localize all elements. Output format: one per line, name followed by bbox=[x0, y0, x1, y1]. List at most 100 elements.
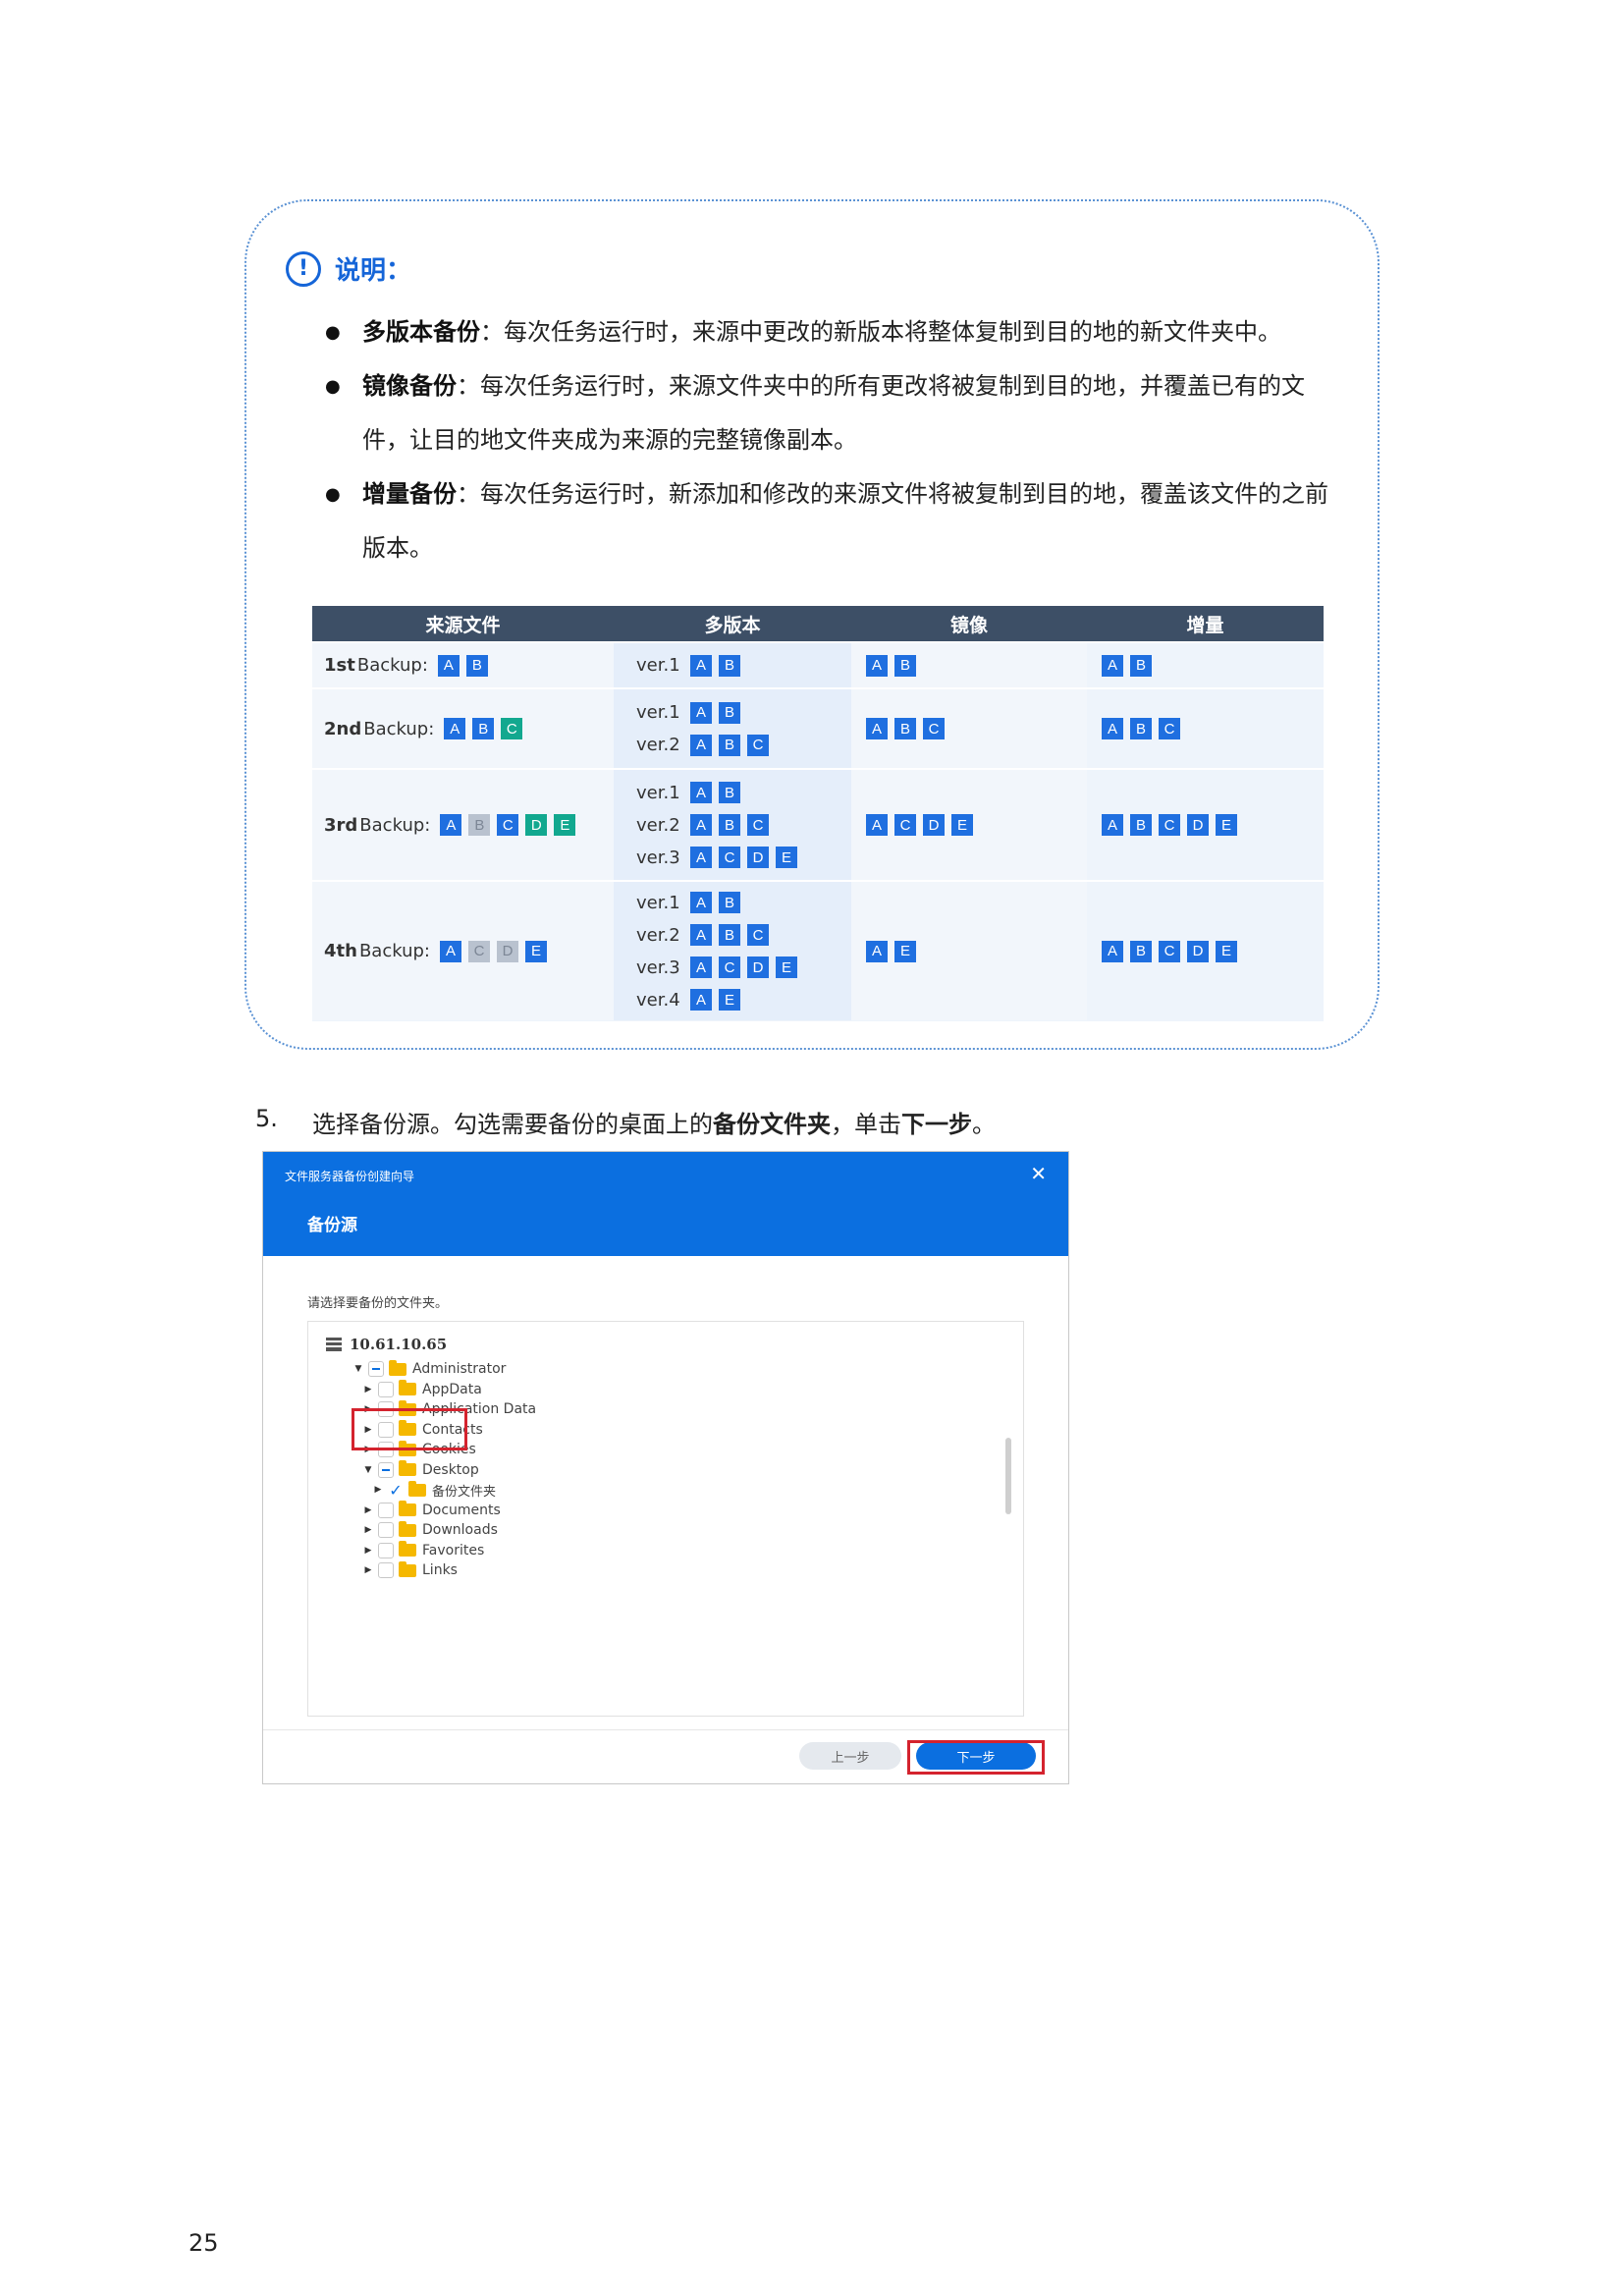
note-text: 每次任务运行时，来源中更改的新版本将整体复制到目的地的新文件夹中。 bbox=[504, 318, 1281, 346]
version-line: ver.3 A C D E bbox=[636, 954, 797, 982]
scrollbar[interactable] bbox=[1005, 1438, 1011, 1514]
file-chip-a: A bbox=[690, 892, 712, 913]
file-chip-a: A bbox=[690, 924, 712, 946]
version-label: ver.1 bbox=[636, 655, 680, 676]
tree-node-8[interactable]: ▶ Documents bbox=[362, 1501, 501, 1520]
expand-down-icon[interactable]: ▼ bbox=[362, 1465, 374, 1475]
file-chip-e: E bbox=[776, 957, 797, 978]
tree-node-6[interactable]: ▼ Desktop bbox=[362, 1460, 479, 1480]
server-node[interactable]: 10.61.10.65 bbox=[326, 1336, 447, 1353]
source-cell: 3rd Backup: A B C D E bbox=[312, 770, 614, 880]
checkbox[interactable]: ✓ bbox=[388, 1481, 404, 1500]
version-line: ver.2 A B C bbox=[636, 921, 769, 950]
note-item: 镜像备份：每次任务运行时，来源文件夹中的所有更改将被复制到目的地，并覆盖已有的文… bbox=[325, 359, 1346, 467]
folder-label: Documents bbox=[422, 1502, 501, 1518]
backup-label: 4th Backup: bbox=[324, 941, 430, 961]
chip-group: ACDE bbox=[690, 847, 797, 868]
file-chip-a: A bbox=[1102, 814, 1123, 836]
file-chip-b: B bbox=[719, 734, 740, 756]
chip-group: AE bbox=[866, 940, 916, 962]
folder-icon bbox=[399, 1380, 416, 1395]
folder-icon bbox=[399, 1460, 416, 1476]
file-chip-b: B bbox=[1130, 718, 1152, 739]
step-text-part: 。 bbox=[972, 1111, 996, 1138]
folder-label: AppData bbox=[422, 1381, 482, 1397]
checkbox[interactable] bbox=[378, 1562, 394, 1578]
file-chip-b: B bbox=[719, 814, 740, 836]
file-chip-e: E bbox=[776, 847, 797, 868]
version-line: ver.1 A B bbox=[636, 651, 740, 680]
note-term: 增量备份 bbox=[362, 480, 457, 508]
file-chip-b: B bbox=[719, 924, 740, 946]
chip-group: AB bbox=[437, 654, 488, 677]
checkbox[interactable] bbox=[378, 1542, 394, 1558]
folder-icon bbox=[399, 1560, 416, 1577]
close-icon[interactable]: ✕ bbox=[1030, 1162, 1047, 1185]
dialog-heading: 备份源 bbox=[307, 1216, 357, 1235]
folder-icon bbox=[408, 1480, 426, 1497]
checkbox[interactable] bbox=[378, 1502, 394, 1518]
file-chip-c: C bbox=[747, 734, 769, 756]
folder-label: 备份文件夹 bbox=[432, 1484, 497, 1500]
note-term: 镜像备份 bbox=[362, 372, 457, 400]
version-line: ver.1 A B bbox=[636, 889, 740, 917]
version-line: ver.1 A B bbox=[636, 779, 740, 807]
note-title: 说明： bbox=[335, 256, 412, 286]
file-chip-a: A bbox=[866, 940, 888, 962]
version-line: ver.2 A B C bbox=[636, 811, 769, 840]
table-row: 2nd Backup: A B Cver.1 A Bver.2 A B C A B C A B C bbox=[312, 687, 1324, 768]
backup-ordinal: 3rd bbox=[324, 814, 358, 836]
chip-group: ABCDE bbox=[440, 814, 576, 836]
page-number: 25 bbox=[189, 2229, 219, 2257]
backup-word: Backup: bbox=[363, 718, 435, 739]
file-chip-e: E bbox=[1216, 814, 1237, 836]
window-title: 文件服务器备份创建向导 bbox=[285, 1170, 415, 1183]
expand-right-icon[interactable]: ▶ bbox=[362, 1546, 374, 1556]
expand-right-icon[interactable]: ▶ bbox=[362, 1505, 374, 1515]
checkbox[interactable] bbox=[368, 1361, 384, 1377]
tree-node-1[interactable]: ▼ Administrator bbox=[352, 1359, 506, 1379]
expand-down-icon[interactable]: ▼ bbox=[352, 1364, 364, 1374]
table-body: 1st Backup: A Bver.1 A B A B A B 2nd Backup: A B Cver.… bbox=[312, 641, 1324, 1020]
checkbox[interactable] bbox=[378, 1381, 394, 1397]
note-item: 增量备份：每次任务运行时，新添加和修改的来源文件将被复制到目的地，覆盖该文件的之… bbox=[325, 467, 1346, 575]
info-circle-icon: ! bbox=[286, 250, 321, 287]
note-header: ! 说明： bbox=[286, 250, 411, 287]
multi-version-cell: ver.1 A Bver.2 A B Cver.3 A C D E bbox=[614, 770, 851, 880]
checkbox[interactable] bbox=[378, 1461, 394, 1478]
version-label: ver.3 bbox=[636, 957, 680, 978]
file-chip-a: A bbox=[866, 718, 888, 739]
prev-button[interactable]: 上一步 bbox=[799, 1742, 901, 1770]
file-chip-d: D bbox=[923, 814, 945, 836]
file-chip-c: C bbox=[923, 718, 945, 739]
tree-node-2[interactable]: ▶ AppData bbox=[362, 1380, 482, 1399]
backup-ordinal: 4th bbox=[324, 941, 357, 961]
table-row: 1st Backup: A Bver.1 A B A B A B bbox=[312, 641, 1324, 687]
chip-group: ACDE bbox=[690, 957, 797, 978]
expand-right-icon[interactable]: ▶ bbox=[362, 1565, 374, 1575]
file-chip-c: C bbox=[747, 814, 769, 836]
file-chip-d: D bbox=[1187, 940, 1209, 962]
tree-node-9[interactable]: ▶ Downloads bbox=[362, 1520, 498, 1540]
backup-word: Backup: bbox=[356, 655, 428, 676]
source-cell: 4th Backup: A C D E bbox=[312, 882, 614, 1020]
checkbox[interactable] bbox=[378, 1522, 394, 1538]
step-number: 5. bbox=[255, 1105, 278, 1132]
tree-node-10[interactable]: ▶ Favorites bbox=[362, 1541, 484, 1560]
tree-node-11[interactable]: ▶ Links bbox=[362, 1560, 458, 1580]
header-multi-version: 多版本 bbox=[704, 614, 761, 636]
folder-icon bbox=[389, 1359, 406, 1376]
file-chip-e: E bbox=[525, 940, 547, 962]
expand-right-icon[interactable]: ▶ bbox=[362, 1525, 374, 1535]
file-chip-d: D bbox=[747, 957, 769, 978]
tree-node-7[interactable]: ▶ ✓ 备份文件夹 bbox=[372, 1480, 496, 1500]
header-source: 来源文件 bbox=[425, 614, 501, 636]
expand-right-icon[interactable]: ▶ bbox=[362, 1385, 374, 1394]
expand-right-icon[interactable]: ▶ bbox=[372, 1485, 384, 1495]
backup-wizard-dialog: 文件服务器备份创建向导 ✕ 备份源 请选择要备份的文件夹。 10.61.10.6… bbox=[262, 1151, 1069, 1784]
note-sep: ： bbox=[480, 318, 504, 346]
folder-icon bbox=[399, 1520, 416, 1537]
table-row: 4th Backup: A C D E ver.1 A B ver.2 A B C ver.3 A C D Eve… bbox=[312, 880, 1324, 1020]
version-label: ver.2 bbox=[636, 814, 680, 836]
file-chip-b: B bbox=[1130, 814, 1152, 836]
